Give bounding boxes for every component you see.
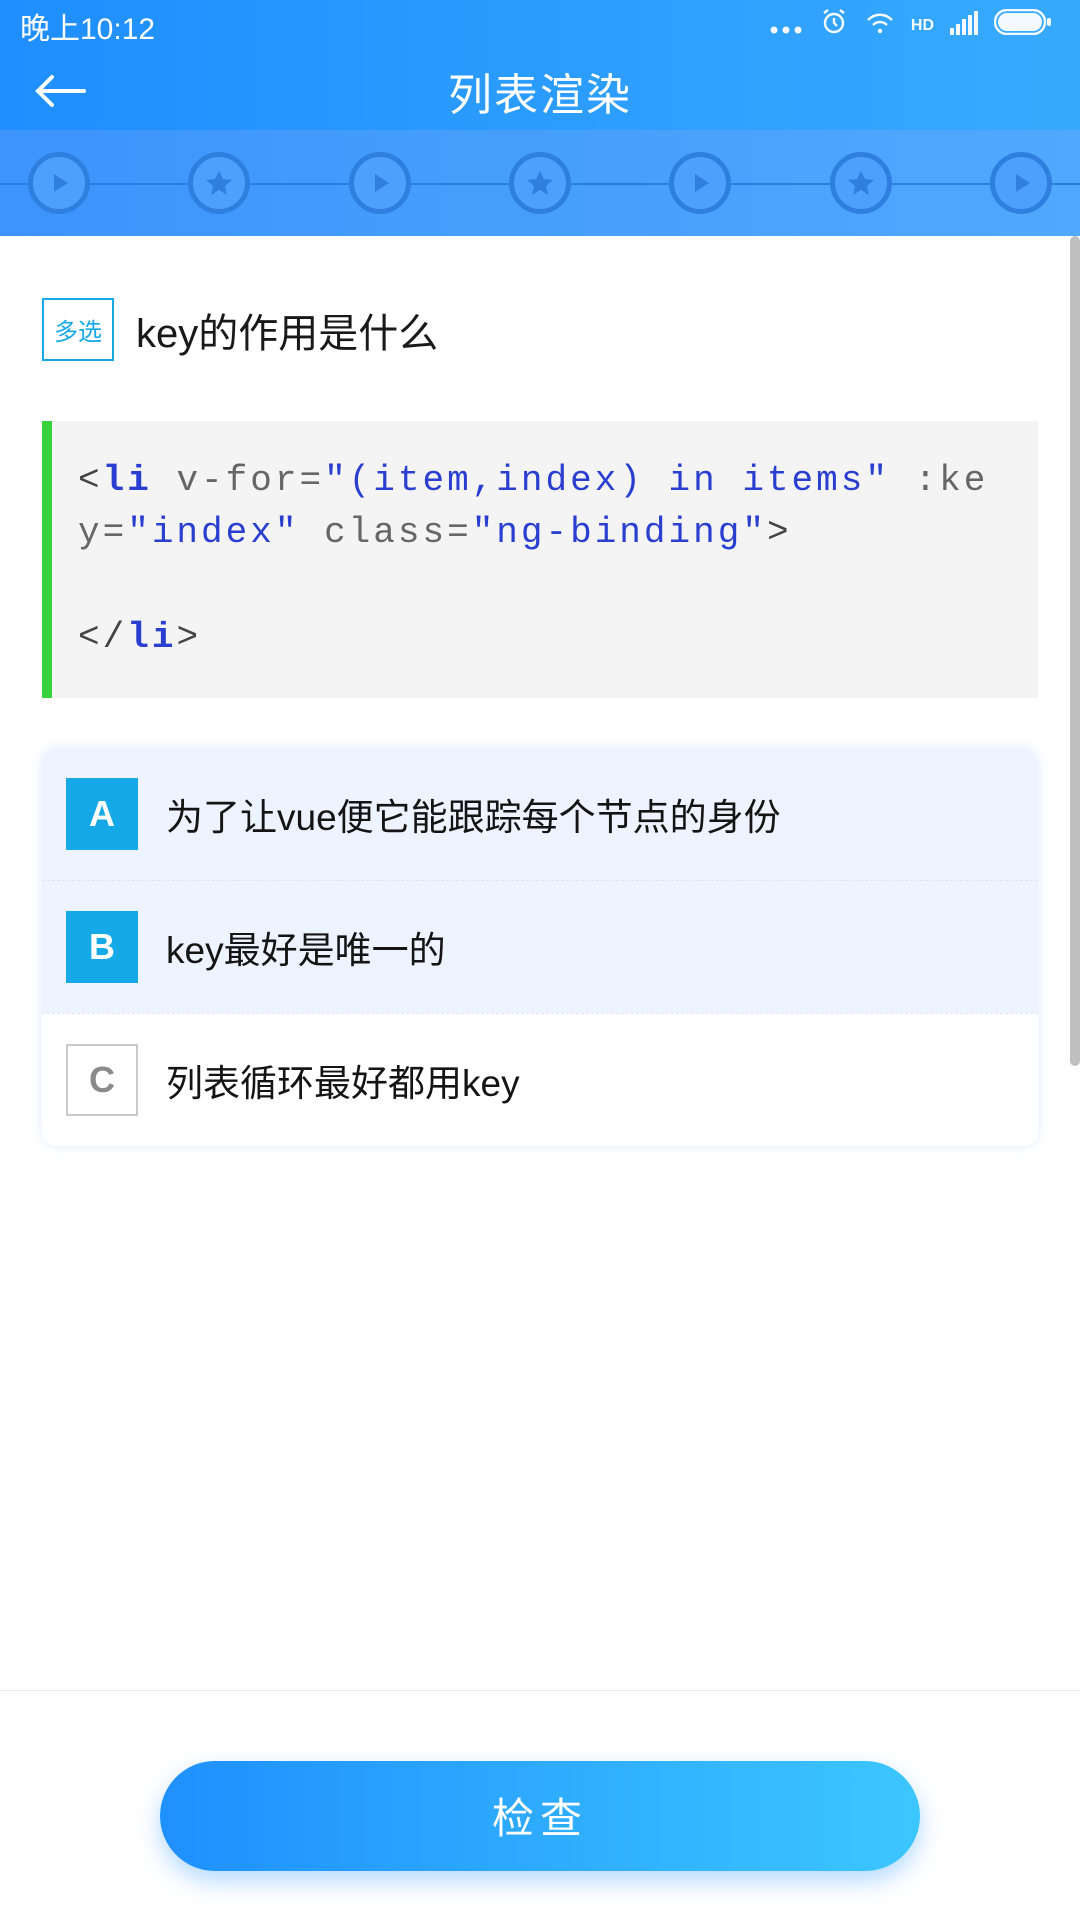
check-button[interactable]: 检查: [160, 1761, 920, 1871]
content-area: 多选 key的作用是什么 <li v-for="(item,index) in …: [0, 236, 1080, 1690]
question-header: 多选 key的作用是什么: [42, 298, 1038, 361]
question-title: key的作用是什么: [136, 301, 438, 359]
status-icons: HD: [769, 7, 1052, 45]
choice-list: A 为了让vue便它能跟踪每个节点的身份 Bkey最好是唯一的 C 列表循环最好都用ke…: [42, 748, 1038, 1146]
choice-letter: C: [66, 1044, 138, 1116]
step-play[interactable]: [28, 152, 90, 214]
choice-b[interactable]: Bkey最好是唯一的: [42, 880, 1038, 1013]
step-play[interactable]: [349, 152, 411, 214]
battery-icon: [994, 9, 1052, 43]
back-button[interactable]: [30, 61, 90, 121]
choice-text: 为了让vue便它能跟踪每个节点的身份: [166, 787, 781, 841]
wifi-icon: [865, 9, 895, 43]
step-play[interactable]: [990, 152, 1052, 214]
alarm-icon: [819, 7, 849, 45]
progress-strip: [0, 130, 1080, 236]
question-type-tag: 多选: [42, 298, 114, 361]
status-time: 晚上10:12: [20, 4, 155, 48]
signal-icon: [950, 9, 978, 43]
step-star[interactable]: [830, 152, 892, 214]
page-title: 列表渲染: [448, 59, 632, 123]
step-play[interactable]: [669, 152, 731, 214]
choice-text: key最好是唯一的: [166, 920, 446, 974]
choice-c[interactable]: C 列表循环最好都用key: [42, 1013, 1038, 1146]
more-icon: [769, 9, 803, 43]
step-star[interactable]: [509, 152, 571, 214]
hd-label: HD: [911, 17, 934, 35]
choice-text: 列表循环最好都用key: [166, 1053, 520, 1107]
step-star[interactable]: [188, 152, 250, 214]
arrow-left-icon: [34, 73, 86, 109]
scrollbar[interactable]: [1070, 236, 1080, 1066]
bottom-bar: 检查: [0, 1690, 1080, 1920]
code-block: <li v-for="(item,index) in items" :key="…: [42, 421, 1038, 698]
title-bar: 列表渲染: [0, 52, 1080, 130]
status-bar: 晚上10:12 HD: [0, 0, 1080, 52]
choice-letter: B: [66, 911, 138, 983]
choice-letter: A: [66, 778, 138, 850]
choice-a[interactable]: A 为了让vue便它能跟踪每个节点的身份: [42, 748, 1038, 880]
